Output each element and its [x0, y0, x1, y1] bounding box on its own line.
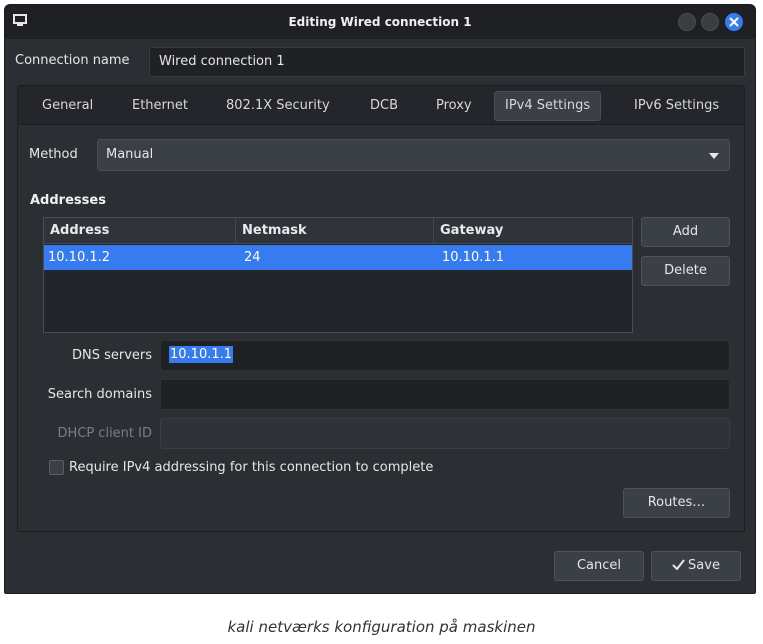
close-button[interactable] — [725, 13, 743, 31]
connection-name-input[interactable]: Wired connection 1 — [149, 47, 745, 77]
window-app-icon — [13, 14, 27, 26]
window-title: Editing Wired connection 1 — [288, 15, 472, 29]
tab-ipv4-settings[interactable]: IPv4 Settings — [494, 91, 602, 121]
image-caption: kali netværks konfiguration på maskinen — [227, 618, 536, 636]
tab-bar: General Ethernet 802.1X Security DCB Pro… — [17, 85, 745, 125]
method-label: Method — [29, 147, 78, 162]
tab-ethernet[interactable]: Ethernet — [122, 91, 198, 121]
require-ipv4-checkbox[interactable] — [49, 460, 64, 475]
require-ipv4-label[interactable]: Require IPv4 addressing for this connect… — [69, 460, 433, 475]
tab-general[interactable]: General — [32, 91, 103, 121]
add-address-button[interactable]: Add — [641, 217, 730, 247]
tab-proxy[interactable]: Proxy — [426, 91, 482, 121]
tab-8021x-security[interactable]: 802.1X Security — [216, 91, 340, 121]
title-bar[interactable]: Editing Wired connection 1 — [5, 5, 755, 39]
netmask-cell[interactable]: 24 — [240, 245, 261, 270]
dhcp-client-id-label: DHCP client ID — [57, 426, 152, 441]
tab-dcb[interactable]: DCB — [360, 91, 408, 121]
dialog-window: Editing Wired connection 1 Connection na… — [4, 4, 756, 594]
addresses-heading: Addresses — [30, 193, 106, 208]
routes-button[interactable]: Routes… — [623, 488, 730, 518]
save-label: Save — [688, 558, 720, 573]
chevron-down-icon — [709, 153, 719, 159]
gateway-cell[interactable]: 10.10.1.1 — [438, 245, 504, 270]
checkmark-icon — [672, 559, 685, 571]
cancel-button[interactable]: Cancel — [554, 551, 644, 581]
close-icon — [729, 17, 739, 27]
column-header-gateway[interactable]: Gateway — [434, 218, 632, 244]
delete-address-button[interactable]: Delete — [641, 256, 730, 286]
tab-ipv6-settings[interactable]: IPv6 Settings — [624, 91, 729, 121]
table-header: Address Netmask Gateway — [44, 218, 632, 244]
address-cell[interactable]: 10.10.1.2 — [44, 245, 110, 270]
dns-servers-value: 10.10.1.1 — [169, 346, 234, 363]
connection-name-row: Connection name Wired connection 1 — [5, 43, 755, 79]
connection-name-label: Connection name — [15, 53, 130, 68]
column-header-netmask[interactable]: Netmask — [236, 218, 434, 244]
dns-servers-label: DNS servers — [71, 348, 152, 363]
minimize-button[interactable] — [678, 13, 696, 31]
addresses-table[interactable]: Address Netmask Gateway 10.10.1.2 24 10.… — [43, 217, 633, 333]
method-value: Manual — [106, 147, 154, 162]
dhcp-client-id-input[interactable] — [160, 418, 730, 449]
search-domains-input[interactable] — [160, 379, 730, 410]
column-header-address[interactable]: Address — [44, 218, 236, 244]
dns-servers-input[interactable]: 10.10.1.1 — [160, 340, 730, 371]
table-row[interactable]: 10.10.1.2 24 10.10.1.1 — [44, 245, 632, 270]
search-domains-label: Search domains — [47, 387, 152, 402]
maximize-button[interactable] — [701, 13, 719, 31]
save-button[interactable]: Save — [651, 551, 741, 581]
method-dropdown[interactable]: Manual — [97, 139, 730, 171]
